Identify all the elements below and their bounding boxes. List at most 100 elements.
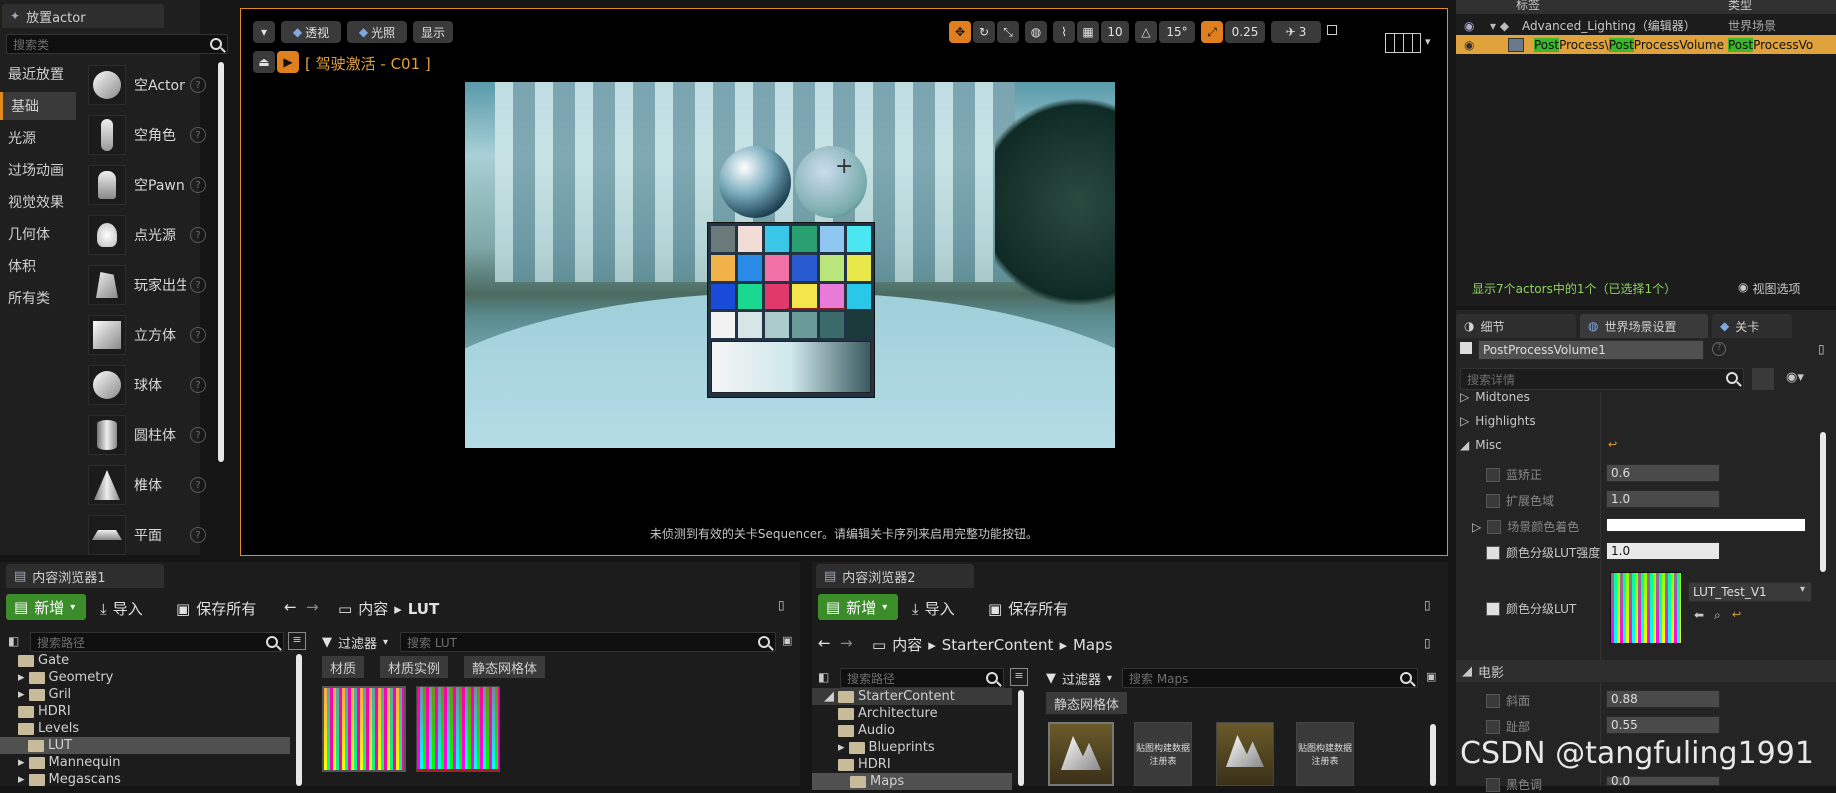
place-actors-tab[interactable]: ✦ 放置actor xyxy=(2,4,164,28)
cb2-new-button[interactable]: ▤ 新增 ▾ xyxy=(818,594,898,620)
browse-icon[interactable]: ⌕ xyxy=(1714,608,1721,623)
map-asset-thumbnail[interactable] xyxy=(1216,722,1274,786)
search-icon[interactable] xyxy=(986,672,998,684)
registry-asset-thumbnail[interactable]: 贴图构建数据注册表 xyxy=(1134,722,1192,786)
use-selected-icon[interactable]: ⬅ xyxy=(1694,608,1704,622)
lut-asset-dropdown-icon[interactable]: ▾ xyxy=(1800,584,1805,595)
perspective-button[interactable]: ◆ 透视 xyxy=(281,21,341,43)
tree-item[interactable]: ▸ Geometry xyxy=(18,669,113,686)
toe-field[interactable]: 0.55 xyxy=(1606,716,1720,734)
grid-view-icon[interactable] xyxy=(1752,368,1774,390)
breadcrumb-item[interactable]: Maps xyxy=(1073,636,1112,654)
help-icon[interactable]: ? xyxy=(190,227,206,243)
camera-speed[interactable]: ✈ 3 xyxy=(1271,21,1321,43)
list-options-icon[interactable]: ≡ xyxy=(288,632,306,650)
actor-player-start[interactable]: 玩家出生? xyxy=(88,262,216,308)
show-button[interactable]: 显示 xyxy=(413,21,453,43)
save-search-icon[interactable]: ▣ xyxy=(1426,670,1436,683)
pilot-icon-button[interactable]: ▶ xyxy=(277,51,299,73)
cb2-path-search[interactable]: 搜索路径 xyxy=(840,668,1004,688)
lock-icon[interactable]: ▯ xyxy=(778,598,785,612)
rotation-snap-size[interactable]: 15° xyxy=(1159,21,1195,43)
actor-point-light[interactable]: 点光源? xyxy=(88,212,216,258)
section-midtones[interactable]: ▷ Midtones xyxy=(1460,390,1530,404)
lut-asset-thumbnail[interactable] xyxy=(322,686,406,772)
actor-sphere[interactable]: 球体? xyxy=(88,362,216,408)
cb1-asset-search[interactable]: 搜索 LUT xyxy=(400,632,776,652)
actor-empty-actor[interactable]: 空Actor? xyxy=(88,62,216,108)
tree-item[interactable]: ▸ Gril xyxy=(18,686,71,703)
layout-dropdown-icon[interactable]: ▾ xyxy=(1425,35,1431,48)
search-icon[interactable] xyxy=(210,38,222,50)
cb1-filters-button[interactable]: ▼ 过滤器 ▾ xyxy=(322,633,388,652)
filter-chip-static-mesh[interactable]: 静态网格体 xyxy=(464,656,546,678)
tab-world-settings[interactable]: ◍ 世界场景设置 xyxy=(1580,314,1708,338)
map-asset-thumbnail[interactable] xyxy=(1048,722,1114,786)
outliner-row[interactable]: ◉ ▾ ◆ Advanced_Lighting（编辑器） 世界场景 xyxy=(1456,16,1836,35)
maximize-icon[interactable] xyxy=(1327,25,1337,35)
breadcrumb-item[interactable]: StarterContent xyxy=(942,636,1054,654)
place-actors-search[interactable]: 搜索类 xyxy=(6,34,228,54)
details-search[interactable]: 搜索详情 xyxy=(1460,368,1744,390)
asset-scrollbar[interactable] xyxy=(1430,724,1436,786)
tree-item[interactable]: ▸ Blueprints xyxy=(838,739,935,756)
list-options-icon[interactable]: ≡ xyxy=(1010,668,1028,686)
help-icon[interactable]: ? xyxy=(190,127,206,143)
override-checkbox[interactable] xyxy=(1486,693,1500,708)
scale-snap-size[interactable]: 0.25 xyxy=(1225,21,1265,43)
object-name-field[interactable]: PostProcessVolume1 xyxy=(1478,340,1704,360)
expand-icon[interactable]: ▷ xyxy=(1472,520,1481,534)
tree-item[interactable]: Audio xyxy=(838,722,895,739)
visibility-eye-icon[interactable]: ◉ xyxy=(1464,38,1474,52)
expand-gamut-field[interactable]: 1.0 xyxy=(1606,490,1720,508)
film-section-header[interactable]: ◢ 电影 xyxy=(1456,660,1836,682)
tree-item[interactable]: ◢ StarterContent xyxy=(812,688,1012,705)
help-icon[interactable]: ? xyxy=(190,277,206,293)
filter-chip-static-mesh[interactable]: 静态网格体 xyxy=(1046,692,1128,714)
tab-details[interactable]: ◑ 细节 xyxy=(1456,314,1576,338)
actor-empty-character[interactable]: 空角色? xyxy=(88,112,216,158)
cb2-forward-button[interactable]: → xyxy=(840,634,853,652)
registry-asset-thumbnail[interactable]: 贴图构建数据注册表 xyxy=(1296,722,1354,786)
tree-item[interactable]: Gate xyxy=(18,652,69,669)
breadcrumb-item[interactable]: 内容 xyxy=(892,634,922,655)
help-icon[interactable]: ? xyxy=(190,527,206,543)
section-misc[interactable]: ◢ Misc xyxy=(1460,438,1502,452)
tree-scrollbar[interactable] xyxy=(296,654,302,786)
cb1-back-button[interactable]: ← xyxy=(284,598,297,616)
cb2-save-all-button[interactable]: ▣ 保存所有 xyxy=(988,598,1068,619)
details-scrollbar[interactable] xyxy=(1820,432,1826,572)
layout-icon[interactable] xyxy=(1385,33,1421,53)
rotation-snap-toggle[interactable]: △ xyxy=(1135,21,1157,43)
tree-item[interactable]: Architecture xyxy=(838,705,938,722)
search-icon[interactable] xyxy=(266,636,278,648)
blue-correction-field[interactable]: 0.6 xyxy=(1606,464,1720,482)
override-checkbox[interactable] xyxy=(1486,467,1500,482)
lighting-button[interactable]: ◆ 光照 xyxy=(347,21,407,43)
cb2-asset-search[interactable]: 搜索 Maps xyxy=(1122,668,1418,688)
eye-options-icon[interactable]: ◉▾ xyxy=(1786,370,1804,385)
search-icon[interactable] xyxy=(1400,672,1412,684)
help-icon[interactable]: ? xyxy=(190,77,206,93)
sources-toggle-icon[interactable]: ◧ xyxy=(8,634,19,648)
help-icon[interactable]: ? xyxy=(190,327,206,343)
actor-empty-pawn[interactable]: 空Pawn? xyxy=(88,162,216,208)
cb1-save-all-button[interactable]: ▣ 保存所有 xyxy=(176,598,256,619)
save-search-icon[interactable]: ▣ xyxy=(782,634,792,647)
override-checkbox[interactable] xyxy=(1486,493,1500,508)
lut-thumbnail[interactable] xyxy=(1610,572,1682,644)
lock-icon[interactable]: ▯ xyxy=(1818,342,1825,356)
world-local-toggle[interactable]: ◍ xyxy=(1025,21,1047,43)
cb1-forward-button[interactable]: → xyxy=(306,598,319,616)
tree-item-selected[interactable]: Maps xyxy=(812,773,1012,790)
outliner-row-selected[interactable]: ◉ PostProcess\PostProcessVolume PostProc… xyxy=(1456,35,1836,54)
override-checkbox[interactable] xyxy=(1486,601,1500,616)
translate-tool[interactable]: ✥ xyxy=(949,21,971,43)
reset-icon[interactable]: ↩ xyxy=(1732,608,1741,621)
sources-toggle-icon[interactable]: ◧ xyxy=(818,670,829,684)
lock-icon[interactable]: ▯ xyxy=(1424,598,1431,612)
filter-chip-material[interactable]: 材质 xyxy=(322,656,365,678)
help-icon[interactable]: ? xyxy=(190,477,206,493)
scale-tool[interactable]: ⤡ xyxy=(997,21,1019,43)
reset-icon[interactable]: ↩ xyxy=(1608,438,1617,451)
